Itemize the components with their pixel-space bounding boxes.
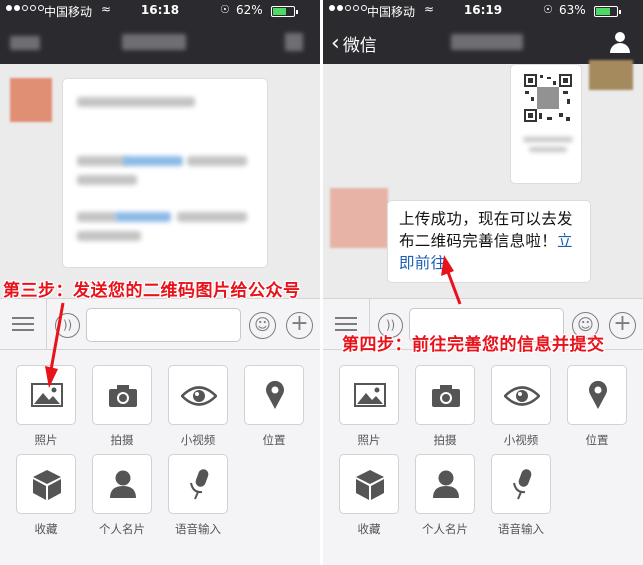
phone-screen-left: 中国移动 ≈ 16:18 ☉ 62%)) ☺ + 照片 拍摄 小视频 位置 收…: [0, 0, 320, 565]
phone-screen-right: 中国移动 ≈ 16:19 ☉ 63% ‹ 微信 上传成功，现在可以去发布二维码完…: [323, 0, 643, 565]
tutorial-screenshot: 中国移动 ≈ 16:18 ☉ 62%)) ☺ + 照片 拍摄 小视频 位置 收…: [0, 0, 643, 565]
annotation-arrow: [45, 302, 65, 388]
annotation-arrow: [441, 255, 462, 305]
